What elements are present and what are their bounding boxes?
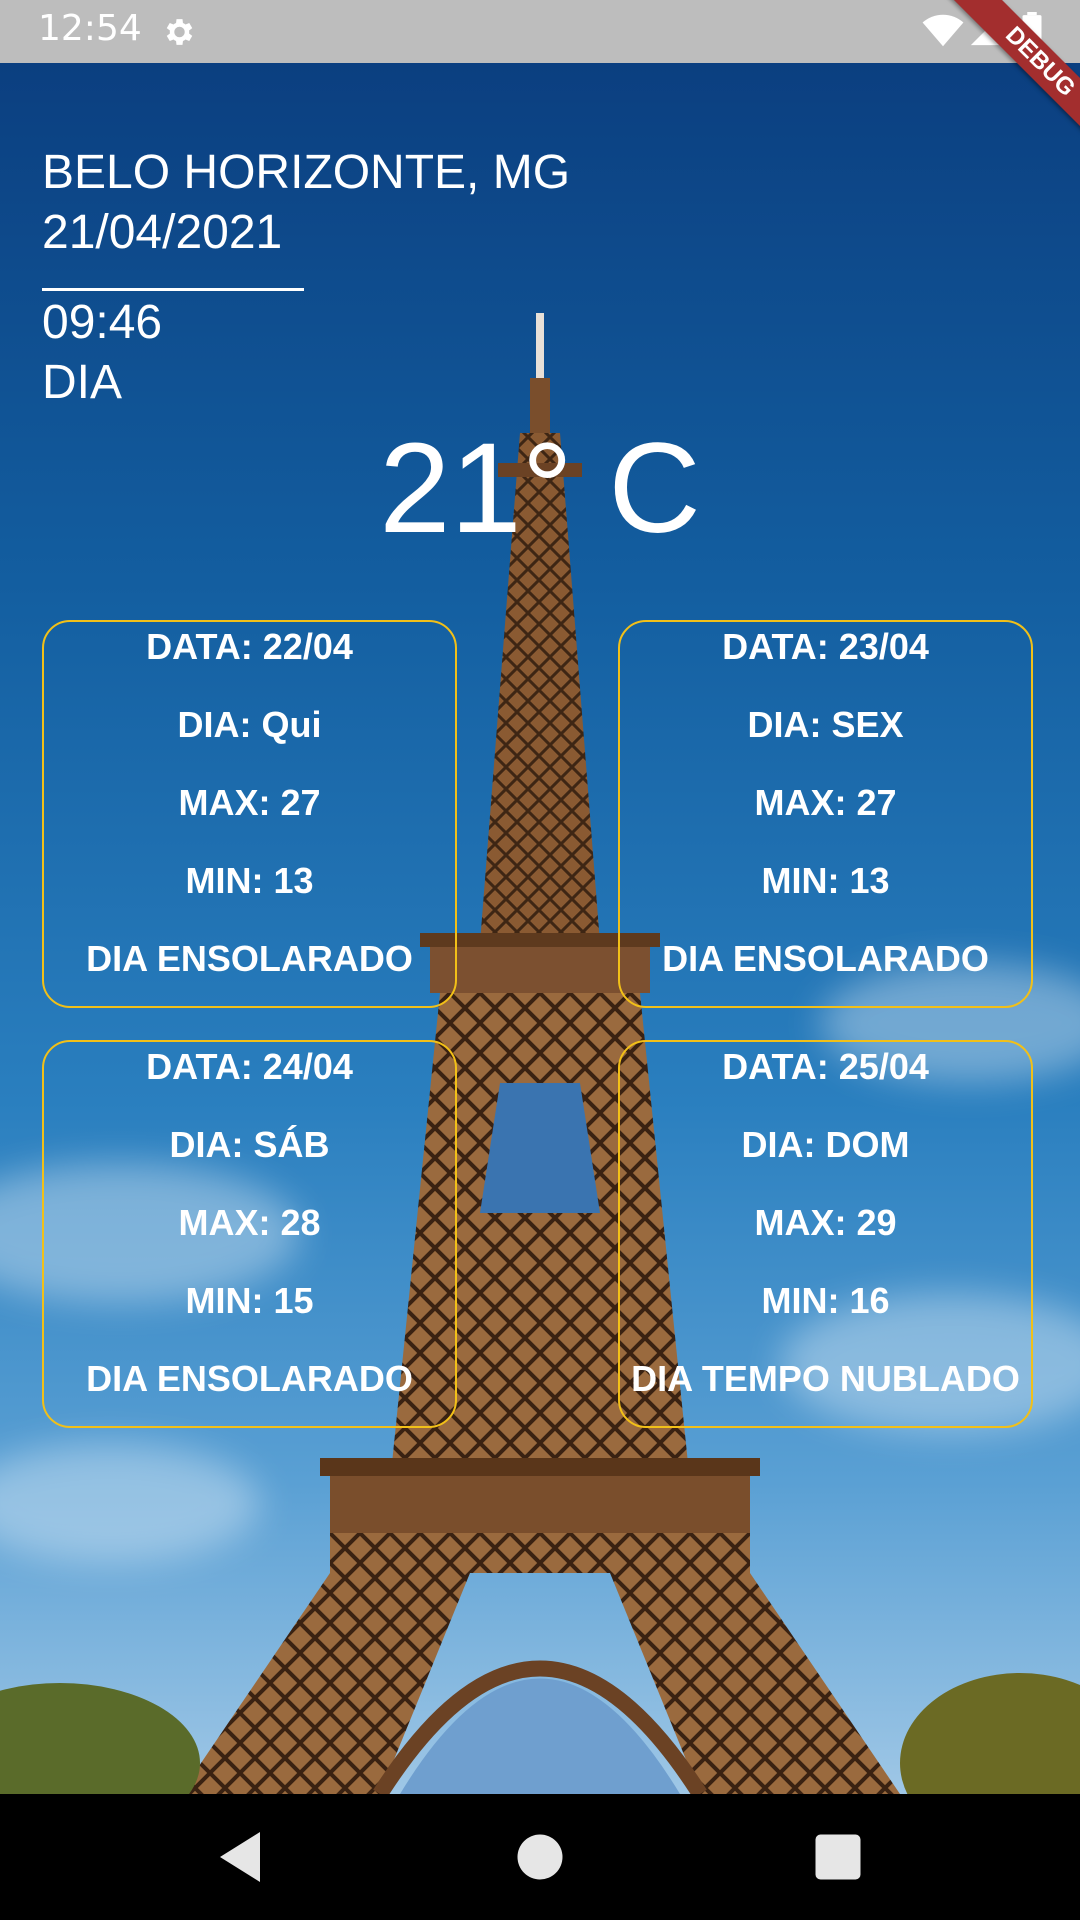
forecast-weekday: DIA: SEX [747,704,904,745]
forecast-card: DATA: 25/04 DIA: DOM MAX: 29 MIN: 16 DIA… [618,1040,1033,1428]
forecast-max: MAX: 27 [178,782,321,823]
navigation-bar [0,1794,1080,1920]
forecast-min: MIN: 13 [761,860,890,901]
forecast-min: MIN: 15 [185,1280,314,1321]
period-label: DIA [42,356,123,409]
forecast-date: DATA: 25/04 [722,1046,929,1087]
weather-screen: BELO HORIZONTE, MG 21/04/2021 09:46 DIA … [0,63,1080,1794]
forecast-card: DATA: 24/04 DIA: SÁB MAX: 28 MIN: 15 DIA… [42,1040,457,1428]
forecast-max: MAX: 28 [178,1202,321,1243]
home-icon[interactable] [510,1827,570,1887]
forecast-date: DATA: 23/04 [722,626,929,667]
forecast-card: DATA: 23/04 DIA: SEX MAX: 27 MIN: 13 DIA… [618,620,1033,1008]
forecast-date: DATA: 24/04 [146,1046,353,1087]
gear-icon [166,19,193,45]
forecast-date: DATA: 22/04 [146,626,353,667]
back-icon[interactable] [210,1827,270,1887]
forecast-description: DIA ENSOLARADO [86,938,413,979]
recents-icon[interactable] [808,1827,868,1887]
status-time: 12:54 [38,8,142,49]
time-label: 09:46 [42,296,163,349]
forecast-weekday: DIA: SÁB [169,1124,330,1165]
forecast-description: DIA TEMPO NUBLADO [631,1358,1020,1399]
forecast-weekday: DIA: DOM [741,1124,910,1165]
header-divider [42,288,304,291]
forecast-weekday: DIA: Qui [177,704,322,745]
forecast-max: MAX: 27 [754,782,897,823]
forecast-description: DIA ENSOLARADO [662,938,989,979]
forecast-max: MAX: 29 [754,1202,897,1243]
forecast-description: DIA ENSOLARADO [86,1358,413,1399]
city-label: BELO HORIZONTE, MG [42,146,571,199]
forecast-min: MIN: 16 [761,1280,890,1321]
wifi-icon [922,14,964,47]
current-temperature: 21° C [379,417,701,560]
date-label: 21/04/2021 [42,206,283,259]
status-bar: 12:54 [0,0,1080,63]
forecast-min: MIN: 13 [185,860,314,901]
forecast-card: DATA: 22/04 DIA: Qui MAX: 27 MIN: 13 DIA… [42,620,457,1008]
